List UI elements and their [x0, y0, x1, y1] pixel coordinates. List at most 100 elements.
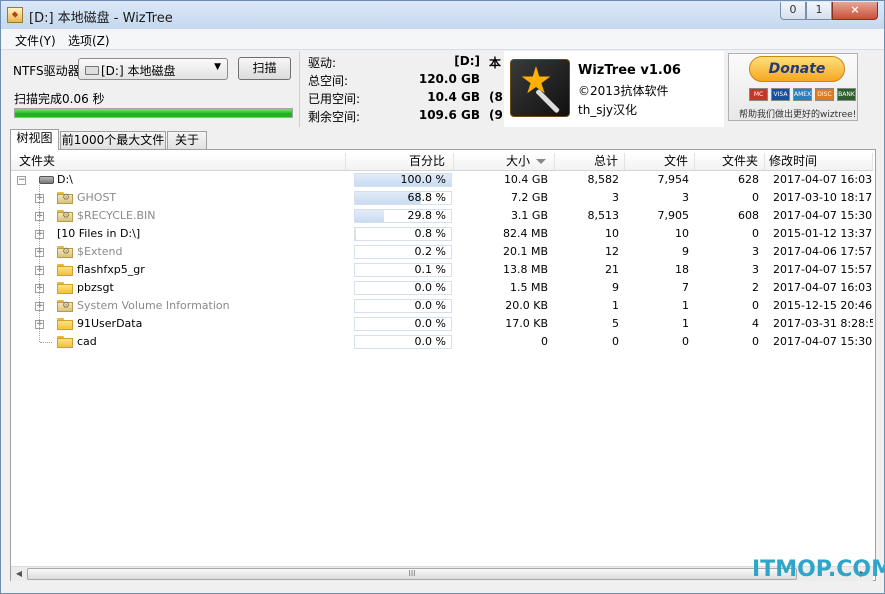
table-row[interactable]: +91UserData 0.0 % 17.0 KB 5 1 4 2017-03-31 8:2… — [11, 315, 873, 333]
folder-name: pbzsgt — [77, 281, 114, 294]
total-value: 8,582 — [587, 173, 620, 186]
percent-bar: 0.8 % — [354, 227, 452, 241]
scroll-thumb[interactable]: III — [27, 568, 797, 580]
folders-value: 608 — [738, 209, 759, 222]
col-total[interactable]: 总计 — [555, 153, 625, 170]
about-panel: WizTree v1.06 ©2013抗体软件 th_sjy汉化 — [504, 51, 724, 127]
tree-connector — [40, 342, 52, 343]
files-value: 7,954 — [657, 173, 690, 186]
app-window: [D:] 本地磁盘 - WizTree 0 1 × 文件(Y) 选项(Z) NT… — [0, 0, 885, 594]
percent-text: 0.1 % — [414, 263, 446, 276]
files-value: 18 — [675, 263, 689, 276]
hard-drive-icon — [39, 176, 54, 184]
total-value: 5 — [612, 317, 619, 330]
folder-icon — [57, 318, 73, 330]
col-modified[interactable]: 修改时间 — [765, 153, 873, 170]
percent-text: 0.0 % — [414, 281, 446, 294]
menu-options[interactable]: 选项(Z) — [68, 32, 110, 49]
scan-progress-fill — [15, 109, 292, 117]
size-value: 82.4 MB — [502, 227, 548, 240]
modified-value: 2017-04-07 15:30:10 — [773, 335, 873, 348]
divider — [299, 51, 300, 127]
menu-file[interactable]: 文件(Y) — [15, 32, 56, 49]
files-value: 7,905 — [657, 209, 690, 222]
percent-text: 68.8 % — [407, 191, 446, 204]
col-size[interactable]: 大小 — [454, 153, 555, 170]
total-value: 10 — [605, 227, 619, 240]
table-row[interactable]: + flashfxp5_gr 0.1 % 13.8 MB 21 18 3 2017-04-07… — [11, 261, 873, 279]
modified-value: 2015-01-12 13:37:47 — [773, 227, 873, 240]
info-extra: 本 — [489, 56, 502, 70]
percent-text: 0.2 % — [414, 245, 446, 258]
tab-top-files[interactable]: 前1000个最大文件 — [60, 131, 166, 149]
mastercard-icon: MC — [749, 88, 768, 101]
info-value: 10.4 GB — [427, 90, 480, 104]
discover-icon: DISC — [815, 88, 834, 101]
scroll-left-icon[interactable]: ◀ — [12, 568, 26, 580]
donate-button[interactable]: Donate — [749, 56, 845, 82]
total-value: 12 — [605, 245, 619, 258]
percent-text: 0.0 % — [414, 335, 446, 348]
table-row[interactable]: cad 0.0 % 0 0 0 0 2017-04-07 15:30:10 — [11, 333, 873, 351]
donate-panel[interactable]: Donate MC VISA AMEX DISC BANK 帮助我们做出更好的w… — [728, 53, 858, 121]
size-value: 20.1 MB — [502, 245, 548, 258]
table-row[interactable]: +$Extend0.2 %20.1 MB12932017-04-06 17:57… — [11, 243, 873, 261]
percent-bar-fill — [355, 210, 384, 222]
size-value: 10.4 GB — [503, 173, 548, 186]
folders-value: 628 — [738, 173, 759, 186]
folder-icon — [57, 336, 73, 348]
scan-button[interactable]: 扫描 — [238, 57, 291, 80]
info-row-free: 剩余空间: 109.6 GB (9! — [308, 108, 508, 124]
table-row[interactable]: +$RECYCLE.BIN29.8 %3.1 GB8,5137,90560820… — [11, 207, 873, 225]
modified-value: 2017-04-07 16:03:23 — [773, 281, 873, 294]
table-row[interactable]: +GHOST68.8 %7.2 GB3302017-03-10 18:17:47 — [11, 189, 873, 207]
title-bar[interactable]: [D:] 本地磁盘 - WizTree 0 1 × — [1, 1, 884, 29]
total-value: 8,513 — [587, 209, 620, 222]
scan-progress-bar — [14, 108, 293, 118]
percent-text: 29.8 % — [407, 209, 446, 222]
percent-bar: 0.0 % — [354, 335, 452, 349]
collapse-icon[interactable]: − — [17, 176, 26, 185]
folders-value: 0 — [752, 191, 759, 204]
minimize-button[interactable]: 0 — [780, 2, 806, 20]
col-percent[interactable]: 百分比 — [346, 153, 454, 170]
folders-value: 3 — [752, 263, 759, 276]
table-row[interactable]: − D:\ 100.0 % 10.4 GB 8,582 7,954 628 2017-04-0… — [11, 171, 873, 189]
modified-value: 2017-04-07 15:57:51 — [773, 263, 873, 276]
percent-bar: 0.1 % — [354, 263, 452, 277]
drive-select[interactable]: [D:] 本地磁盘 ▼ — [78, 58, 228, 80]
tab-tree-view[interactable]: 树视图 — [10, 129, 59, 150]
folders-value: 4 — [752, 317, 759, 330]
total-value: 3 — [612, 191, 619, 204]
info-key: 已用空间: — [308, 92, 361, 106]
size-value: 17.0 KB — [505, 317, 548, 330]
files-value: 10 — [675, 227, 689, 240]
amex-icon: AMEX — [793, 88, 812, 101]
percent-bar: 0.0 % — [354, 317, 452, 331]
tab-about[interactable]: 关于 — [167, 131, 207, 149]
product-name: WizTree v1.06 — [578, 63, 681, 78]
close-button[interactable]: × — [832, 2, 878, 20]
files-value: 7 — [682, 281, 689, 294]
table-row[interactable]: +pbzsgt0.0 %1.5 MB9722017-04-07 16:03:23 — [11, 279, 873, 297]
folder-name: $Extend — [77, 245, 123, 258]
minimize-icon: 0 — [789, 3, 797, 16]
size-value: 20.0 KB — [505, 299, 548, 312]
scan-status: 扫描完成0.06 秒 — [14, 92, 105, 106]
files-value: 1 — [682, 317, 689, 330]
size-value: 0 — [541, 335, 548, 348]
maximize-button[interactable]: 1 — [806, 2, 832, 20]
table-row[interactable]: +System Volume Information0.0 %20.0 KB11… — [11, 297, 873, 315]
folders-value: 2 — [752, 281, 759, 294]
modified-value: 2017-04-07 16:03:23 — [773, 173, 873, 186]
col-files[interactable]: 文件 — [625, 153, 695, 170]
folders-value: 3 — [752, 245, 759, 258]
folder-table[interactable]: 文件夹 百分比 大小 总计 文件 文件夹 修改时间 − D:\ 100.0 % 10.… — [11, 153, 873, 566]
col-folders[interactable]: 文件夹 — [695, 153, 765, 170]
app-icon[interactable] — [7, 7, 23, 23]
visa-icon: VISA — [771, 88, 790, 101]
info-key: 驱动: — [308, 56, 337, 70]
table-row[interactable]: + [10 Files in D:\] 0.8 % 82.4 MB 10 10 0 2015-… — [11, 225, 873, 243]
col-folder[interactable]: 文件夹 — [11, 153, 346, 170]
horizontal-scrollbar[interactable]: ◀ III ▶ — [11, 566, 873, 581]
